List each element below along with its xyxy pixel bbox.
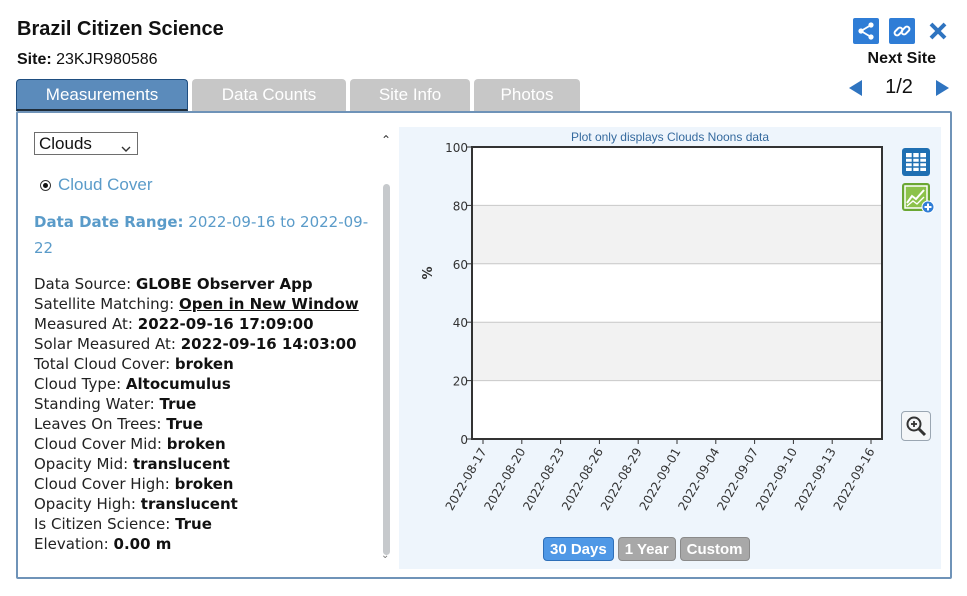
plot-band bbox=[472, 263, 882, 323]
site-id: Site: 23KJR980586 bbox=[17, 51, 158, 69]
detail-row: Leaves On Trees: True bbox=[34, 414, 384, 434]
detail-value: True bbox=[175, 515, 212, 533]
add-chart-icon[interactable] bbox=[901, 182, 935, 214]
share-icon[interactable] bbox=[853, 18, 879, 44]
detail-value: 0.00 m bbox=[113, 535, 172, 553]
cloud-cover-radio[interactable]: Cloud Cover bbox=[40, 175, 153, 195]
x-tick-label: 2022-09-16 bbox=[831, 446, 878, 513]
site-value: 23KJR980586 bbox=[56, 51, 158, 68]
detail-row: Opacity Mid: translucent bbox=[34, 454, 384, 474]
detail-row: Satellite Matching: Open in New Window bbox=[34, 294, 384, 314]
plot-band bbox=[472, 205, 882, 264]
detail-label: Elevation: bbox=[34, 535, 109, 553]
measurement-select[interactable]: Clouds bbox=[34, 132, 138, 155]
y-tick-label: 20 bbox=[453, 375, 468, 389]
detail-label: Cloud Cover Mid: bbox=[34, 435, 162, 453]
detail-label: Measured At: bbox=[34, 315, 133, 333]
detail-value: 2022-09-16 14:03:00 bbox=[180, 335, 357, 353]
chart-container: Plot only displays Clouds Noons data 0 20… bbox=[399, 127, 941, 569]
plot-band bbox=[472, 147, 882, 206]
site-label: Site: bbox=[17, 51, 52, 68]
detail-row: Cloud Type: Altocumulus bbox=[34, 374, 384, 394]
detail-label: Data Source: bbox=[34, 275, 132, 293]
plot-band bbox=[472, 380, 882, 439]
measurements-panel: Clouds Cloud Cover Data Date Range: 2022… bbox=[16, 111, 952, 579]
tab-photos[interactable]: Photos bbox=[474, 79, 580, 111]
page-title: Brazil Citizen Science bbox=[17, 18, 224, 40]
detail-value: 2022-09-16 17:09:00 bbox=[137, 315, 314, 333]
prev-site-arrow-icon[interactable] bbox=[847, 77, 865, 99]
range-1-year-button[interactable]: 1 Year bbox=[617, 537, 676, 561]
y-tick-label: 80 bbox=[453, 199, 468, 213]
detail-row: Cloud Cover High: broken bbox=[34, 474, 384, 494]
detail-label: Opacity High: bbox=[34, 495, 136, 513]
range-30-days-button[interactable]: 30 Days bbox=[543, 537, 614, 561]
detail-row: Is Citizen Science: True bbox=[34, 514, 384, 534]
tab-measurements[interactable]: Measurements bbox=[16, 79, 188, 111]
chart-tools bbox=[901, 147, 935, 214]
y-tick-label: 100 bbox=[445, 141, 468, 155]
detail-row: Solar Measured At: 2022-09-16 14:03:00 bbox=[34, 334, 384, 354]
satellite-matching-link[interactable]: Open in New Window bbox=[179, 295, 359, 313]
detail-label: Satellite Matching: bbox=[34, 295, 175, 313]
scrollbar[interactable] bbox=[383, 184, 390, 555]
detail-label: Solar Measured At: bbox=[34, 335, 176, 353]
detail-row: Opacity High: translucent bbox=[34, 494, 384, 514]
detail-value: translucent bbox=[140, 495, 238, 513]
detail-label: Opacity Mid: bbox=[34, 455, 129, 473]
detail-value: True bbox=[166, 415, 204, 433]
detail-value: GLOBE Observer App bbox=[135, 275, 313, 293]
detail-row: Total Cloud Cover: broken bbox=[34, 354, 384, 374]
measurement-details: Data Source: GLOBE Observer App Satellite… bbox=[34, 274, 384, 554]
range-label: Data Date Range: bbox=[34, 213, 184, 231]
measurement-select-value: Clouds bbox=[39, 133, 92, 153]
link-icon[interactable] bbox=[889, 18, 915, 44]
y-tick-label: 0 bbox=[460, 433, 468, 447]
detail-value: Altocumulus bbox=[125, 375, 231, 393]
zoom-in-icon[interactable] bbox=[901, 411, 931, 441]
range-button-bar: 30 Days 1 Year Custom bbox=[543, 537, 750, 561]
tab-bar: Measurements Data Counts Site Info Photo… bbox=[16, 79, 580, 111]
detail-value: translucent bbox=[132, 455, 230, 473]
cloud-cover-chart: 020406080100%2022-08-172022-08-202022-08… bbox=[421, 141, 883, 513]
detail-label: Standing Water: bbox=[34, 395, 155, 413]
range-custom-button[interactable]: Custom bbox=[679, 537, 750, 561]
detail-value: broken bbox=[166, 435, 226, 453]
pager-count: 1/2 bbox=[885, 76, 913, 98]
tab-site-info[interactable]: Site Info bbox=[350, 79, 470, 111]
chevron-down-icon bbox=[121, 138, 131, 158]
close-icon[interactable] bbox=[925, 18, 951, 44]
detail-row: Data Source: GLOBE Observer App bbox=[34, 274, 384, 294]
detail-row: Measured At: 2022-09-16 17:09:00 bbox=[34, 314, 384, 334]
table-icon[interactable] bbox=[901, 147, 931, 177]
detail-label: Cloud Type: bbox=[34, 375, 122, 393]
detail-row: Standing Water: True bbox=[34, 394, 384, 414]
y-axis-label: % bbox=[421, 266, 436, 279]
plot-band bbox=[472, 322, 882, 381]
next-site-arrow-icon[interactable] bbox=[933, 77, 951, 99]
detail-label: Cloud Cover High: bbox=[34, 475, 170, 493]
detail-value: broken bbox=[174, 355, 234, 373]
detail-row: Cloud Cover Mid: broken bbox=[34, 434, 384, 454]
header-actions bbox=[853, 18, 951, 44]
cloud-cover-label: Cloud Cover bbox=[58, 175, 153, 194]
y-tick-label: 40 bbox=[453, 316, 468, 330]
scroll-up-arrow-icon[interactable]: ⌃ bbox=[381, 133, 391, 147]
detail-label: Leaves On Trees: bbox=[34, 415, 162, 433]
detail-value: broken bbox=[174, 475, 234, 493]
detail-row: Elevation: 0.00 m bbox=[34, 534, 384, 554]
radio-button[interactable] bbox=[40, 179, 51, 191]
detail-label: Total Cloud Cover: bbox=[34, 355, 171, 373]
data-date-range: Data Date Range: 2022-09-16 to 2022-09-2… bbox=[34, 209, 379, 261]
scroll-down-arrow-icon[interactable]: ⌄ bbox=[381, 550, 389, 561]
next-site-label: Next Site bbox=[867, 50, 936, 67]
y-tick-label: 60 bbox=[453, 258, 468, 272]
detail-label: Is Citizen Science: bbox=[34, 515, 171, 533]
detail-value: True bbox=[159, 395, 197, 413]
site-pager: 1/2 bbox=[847, 76, 951, 99]
tab-data-counts[interactable]: Data Counts bbox=[192, 79, 346, 111]
